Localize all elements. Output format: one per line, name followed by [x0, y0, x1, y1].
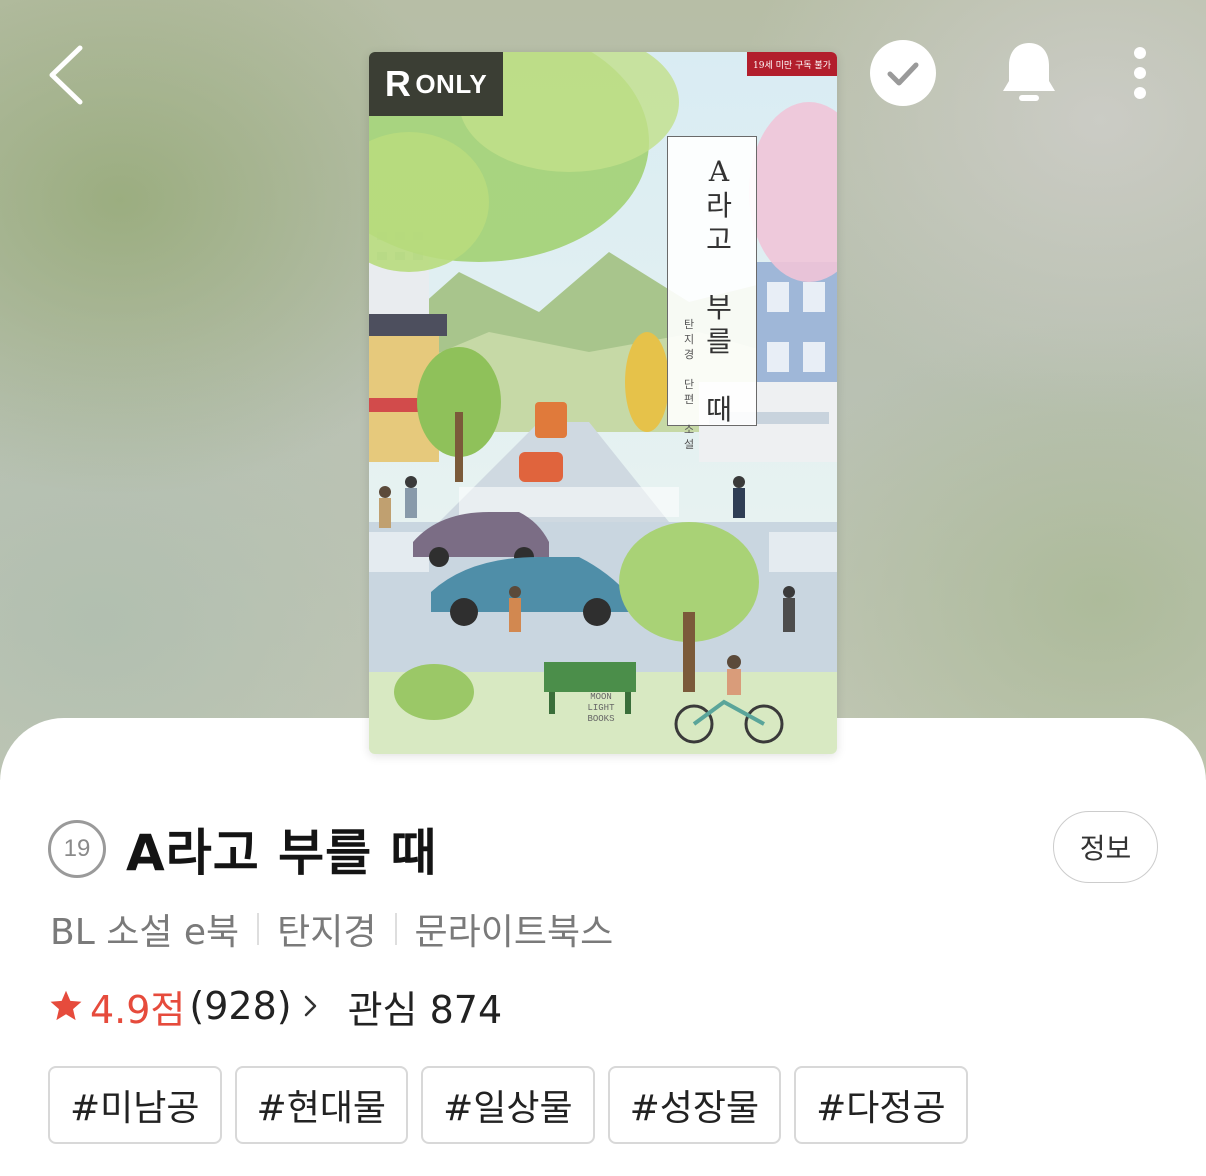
more-vertical-icon [1134, 47, 1146, 99]
cover-title: A 라 고 부 를 때 [706, 155, 732, 426]
cover-age-notice: 19세 미만 구독 불가 [747, 52, 837, 76]
rating-link[interactable]: 4.9점 (928) [90, 979, 320, 1034]
title-row: 19 A라고 부를 때 [48, 816, 438, 882]
interest-count: 관심 874 [347, 987, 503, 1032]
badge-r-letter: R [384, 63, 412, 104]
notification-button[interactable] [994, 36, 1064, 108]
meta-divider [257, 913, 260, 945]
read-status-button[interactable] [868, 38, 938, 108]
tag-chip[interactable]: #현대물 [234, 1066, 409, 1144]
back-button[interactable] [36, 40, 96, 110]
book-cover[interactable]: R ONLY 19세 미만 구독 불가 A 라 고 부 를 때 탄 지 경 단 … [369, 52, 837, 754]
rating-count: (928) [189, 984, 292, 1028]
star-icon [50, 990, 82, 1021]
publisher-logo: MOON LIGHT BOOKS [587, 692, 615, 724]
tag-chip[interactable]: #일상물 [421, 1066, 595, 1144]
publisher-link[interactable]: 문라이트북스 [415, 903, 614, 955]
tag-chip[interactable]: #성장물 [607, 1066, 782, 1144]
tag-chip[interactable]: #다정공 [794, 1066, 968, 1144]
tag-chip[interactable]: #미남공 [48, 1066, 222, 1144]
badge-only-text: ONLY [415, 68, 488, 99]
cover-title-box: A 라 고 부 를 때 탄 지 경 단 편 소 설 [667, 136, 757, 451]
rating-row: 4.9점 (928) 관심 874 [48, 980, 502, 1032]
chevron-left-icon [49, 45, 83, 105]
category-link[interactable]: BL 소설 e북 [50, 903, 239, 955]
more-options-button[interactable] [1112, 38, 1168, 108]
author-link[interactable]: 탄지경 [277, 903, 376, 955]
r-only-badge: R ONLY [369, 52, 503, 116]
info-button[interactable]: 정보 [1053, 811, 1158, 883]
bell-icon [1003, 43, 1055, 101]
check-circle-icon [870, 40, 936, 106]
book-meta: BL 소설 e북 탄지경 문라이트북스 [50, 904, 613, 954]
chevron-right-icon [304, 995, 316, 1017]
book-title: A라고 부를 때 [126, 824, 438, 882]
tag-list: #미남공 #현대물 #일상물 #성장물 #다정공 [48, 1066, 968, 1144]
meta-divider [394, 913, 397, 945]
cover-illustration [369, 52, 837, 754]
rating-score: 4.9점 [90, 987, 186, 1032]
cover-author-line: 탄 지 경 단 편 소 설 [683, 318, 695, 451]
age-rating-badge: 19 [48, 820, 106, 878]
